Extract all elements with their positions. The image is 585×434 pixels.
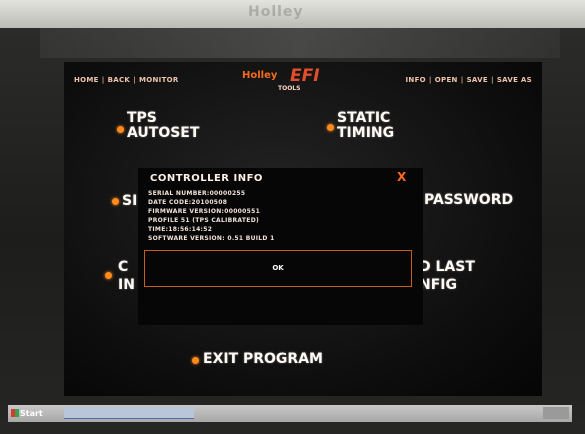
screen-glare <box>40 28 560 58</box>
left-nav: HOME | BACK | MONITOR <box>74 76 179 84</box>
exit-program-button[interactable]: EXIT PROGRAM <box>203 352 323 367</box>
nav-open[interactable]: OPEN <box>435 76 458 84</box>
nav-monitor[interactable]: MONITOR <box>139 76 179 84</box>
system-tray <box>543 407 569 419</box>
menu-dot-icon <box>112 198 119 205</box>
load-last-config-button[interactable]: D LAST <box>419 260 475 275</box>
partial-menu-item-c[interactable]: C <box>118 260 128 275</box>
nav-back[interactable]: BACK <box>108 76 131 84</box>
partial-menu-item[interactable]: SI <box>122 194 137 209</box>
ok-button-label: OK <box>272 264 284 272</box>
firmware-version-line: FIRMWARE VERSION:00000551 <box>148 208 261 215</box>
tps-autoset-button[interactable]: TPS AUTOSET <box>127 111 205 141</box>
load-last-config-label: NFIG <box>419 277 457 293</box>
ok-button[interactable]: OK <box>144 250 412 287</box>
app-screen: HOME | BACK | MONITOR Holley EFI TOOLS INFO |… <box>64 62 542 396</box>
time-line: TIME:18:56:14:52 <box>148 226 213 233</box>
nav-save-as[interactable]: SAVE AS <box>497 76 532 84</box>
static-timing-button[interactable]: STATIC TIMING <box>337 111 415 141</box>
start-button[interactable]: Start <box>20 409 43 418</box>
logo-efi: EFI <box>290 66 320 86</box>
taskbar-window-button[interactable] <box>64 407 194 419</box>
close-icon[interactable]: X <box>397 170 406 184</box>
logo-holley: Holley <box>242 70 278 81</box>
right-nav: INFO | OPEN | SAVE | SAVE AS <box>405 76 532 84</box>
nav-home[interactable]: HOME <box>74 76 99 84</box>
menu-dot-icon <box>105 272 112 279</box>
nav-save[interactable]: SAVE <box>467 76 488 84</box>
partial-menu-item-in[interactable]: IN <box>118 278 135 293</box>
static-timing-dot-icon <box>327 124 334 131</box>
software-version-line: SOFTWARE VERSION: 0.51 BUILD 1 <box>148 235 275 242</box>
start-icon <box>11 409 19 417</box>
exit-dot-icon <box>192 357 199 364</box>
dialog-title: CONTROLLER INFO <box>150 173 263 184</box>
tps-autoset-dot-icon <box>117 126 124 133</box>
brand-logo: Holley EFI TOOLS <box>240 66 350 100</box>
serial-number-line: SERIAL NUMBER:00000255 <box>148 190 246 197</box>
password-button[interactable]: PASSWORD <box>424 193 513 208</box>
bezel-brand: Holley <box>248 4 304 20</box>
profile-line: PROFILE 51 (TPS CALIBRATED) <box>148 217 260 224</box>
logo-tools: TOOLS <box>278 85 301 92</box>
nav-info[interactable]: INFO <box>406 76 426 84</box>
date-code-line: DATE CODE:20100508 <box>148 199 228 206</box>
